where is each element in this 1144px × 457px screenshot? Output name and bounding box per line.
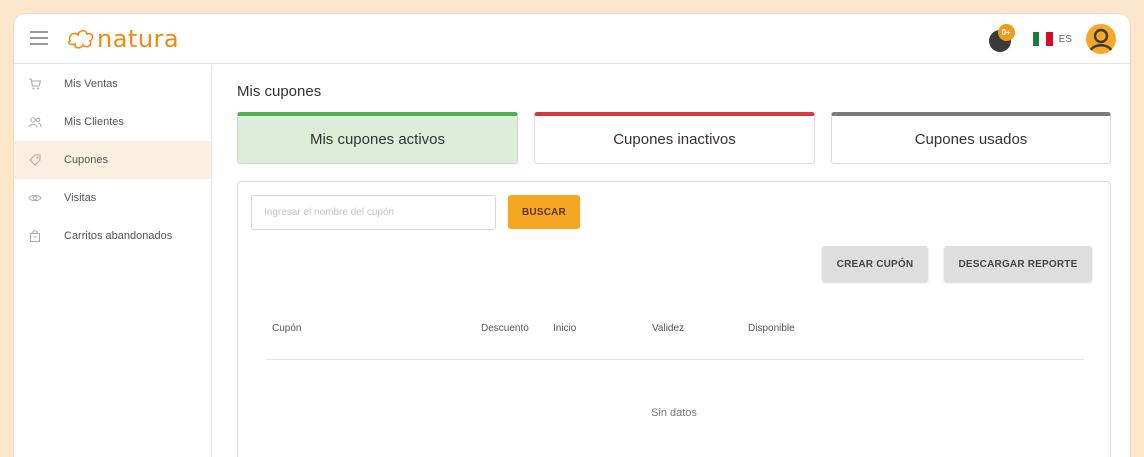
language-selector[interactable]: ES	[1059, 34, 1072, 45]
tab-label: Cupones usados	[914, 131, 1028, 148]
sidebar-item-mis-ventas[interactable]: Mis Ventas	[14, 65, 211, 103]
table-divider	[266, 359, 1084, 360]
column-header-cupon[interactable]: Cupón	[272, 323, 301, 334]
sidebar-item-label: Visitas	[64, 192, 97, 204]
sidebar-item-label: Mis Ventas	[64, 78, 118, 90]
page-title: Mis cupones	[237, 83, 322, 100]
tag-icon	[28, 153, 42, 167]
sidebar-item-label: Mis Clientes	[64, 116, 124, 128]
sidebar: Mis Ventas Mis Clientes Cupones Visitas …	[14, 65, 212, 457]
sidebar-item-carritos-abandonados[interactable]: Carritos abandonados	[14, 217, 211, 255]
users-icon	[28, 115, 42, 129]
sidebar-item-label: Cupones	[64, 154, 109, 166]
user-avatar-icon[interactable]	[1086, 24, 1116, 54]
search-button[interactable]: BUSCAR	[508, 195, 580, 229]
tab-cupones-inactivos[interactable]: Cupones inactivos	[534, 112, 815, 164]
main-content: Mis cupones Mis cupones activos Cupones …	[213, 65, 1130, 457]
sidebar-item-cupones[interactable]: Cupones	[14, 141, 211, 179]
cart-icon	[28, 77, 42, 91]
sidebar-item-visitas[interactable]: Visitas	[14, 179, 211, 217]
sidebar-item-label: Carritos abandonados	[64, 230, 173, 242]
column-header-validez[interactable]: Validez	[652, 323, 684, 334]
app-window: natura 0+ ES Mis Ventas Mis Clientes Cup…	[14, 14, 1130, 457]
eye-icon	[28, 191, 42, 205]
points-badge: 0+	[997, 24, 1015, 41]
column-header-inicio[interactable]: Inicio	[553, 323, 576, 334]
header-actions: 0+ ES	[988, 22, 1116, 56]
coupon-search-input[interactable]	[251, 195, 496, 230]
tab-cupones-usados[interactable]: Cupones usados	[831, 112, 1111, 164]
menu-icon[interactable]	[30, 31, 48, 45]
bag-icon	[28, 229, 42, 243]
natura-flower-icon	[68, 29, 94, 49]
tab-label: Cupones inactivos	[613, 131, 736, 148]
points-button[interactable]: 0+	[988, 24, 1015, 52]
top-bar: natura 0+ ES	[14, 14, 1130, 64]
tab-label: Mis cupones activos	[309, 131, 446, 148]
empty-state-text: Sin datos	[651, 407, 697, 419]
column-header-disponible[interactable]: Disponible	[748, 323, 795, 334]
download-report-button[interactable]: DESCARGAR REPORTE	[944, 246, 1092, 282]
coupons-panel: BUSCAR CREAR CUPÓN DESCARGAR REPORTE Cup…	[237, 181, 1111, 457]
create-coupon-button[interactable]: CREAR CUPÓN	[822, 246, 928, 282]
tab-mis-cupones-activos[interactable]: Mis cupones activos	[237, 112, 518, 164]
brand-logo[interactable]: natura	[66, 24, 179, 54]
brand-name: natura	[97, 25, 180, 53]
sidebar-item-mis-clientes[interactable]: Mis Clientes	[14, 103, 211, 141]
column-header-descuento[interactable]: Descuento	[481, 323, 529, 334]
mexico-flag-icon[interactable]	[1032, 32, 1053, 46]
